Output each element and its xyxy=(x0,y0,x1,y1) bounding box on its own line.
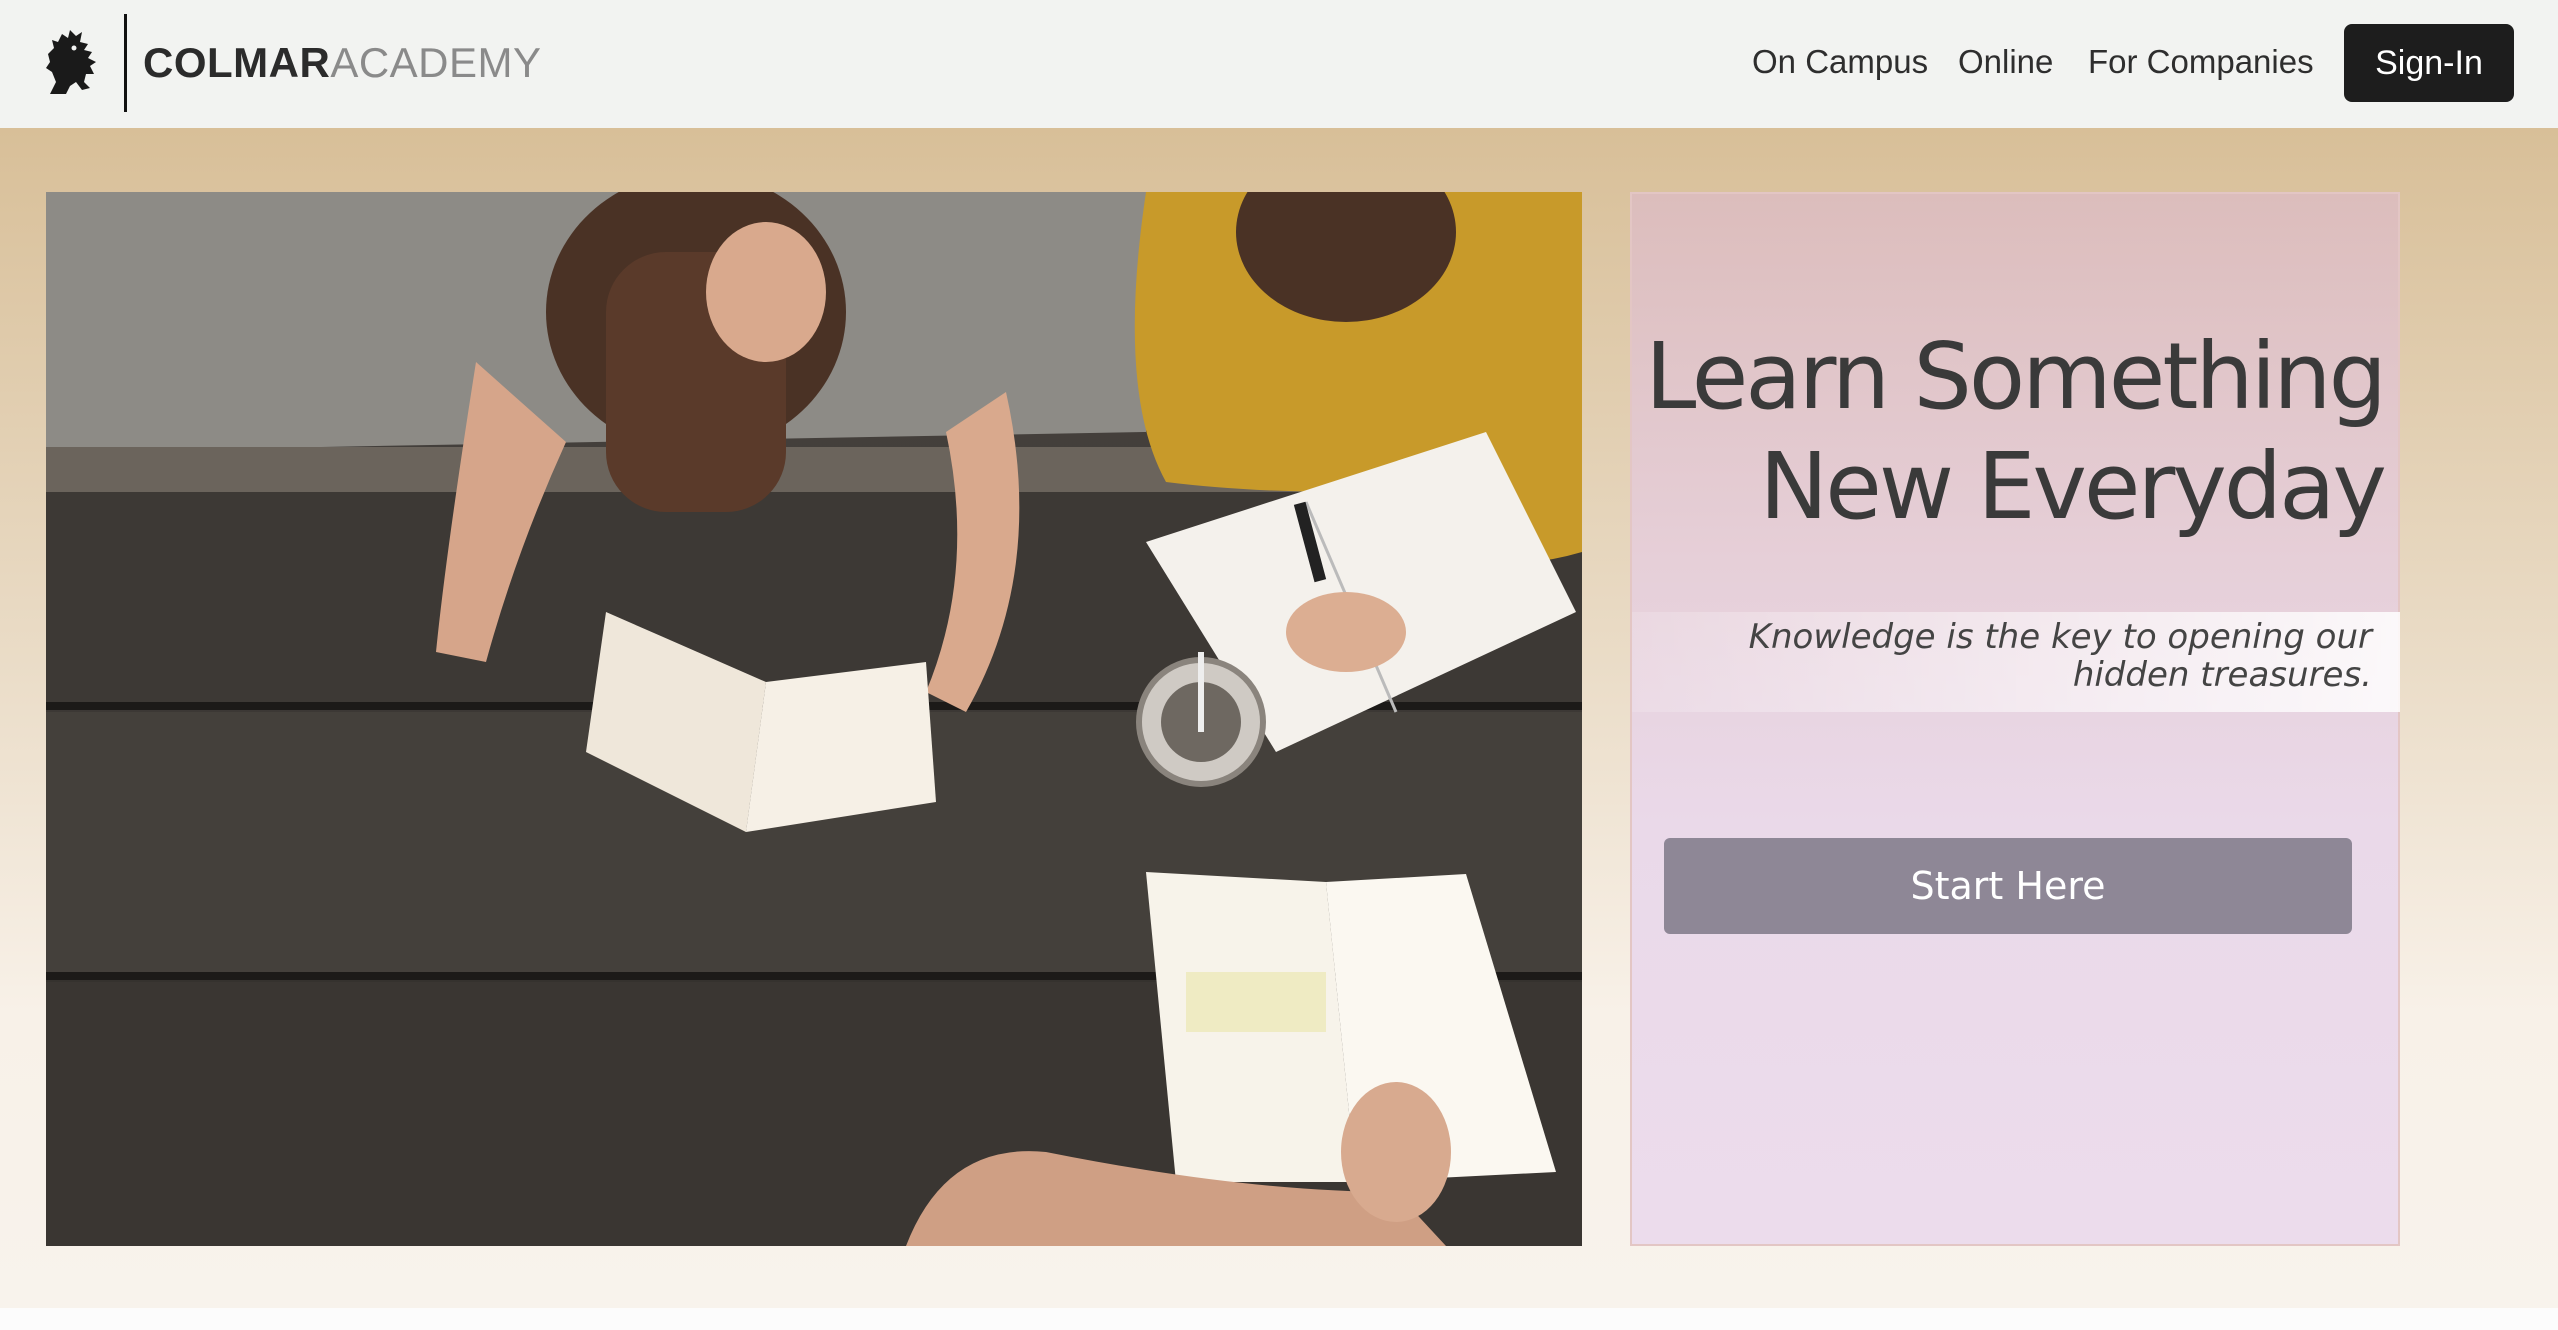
tagline-line-2: hidden treasures. xyxy=(2072,655,2372,695)
hero-card: Learn Something New Everyday Knowledge i… xyxy=(1630,192,2400,1246)
tagline-line-1: Knowledge is the key to opening our xyxy=(1748,617,2372,657)
lion-rampant-icon[interactable] xyxy=(40,22,102,96)
headline-line-2: New Everyday xyxy=(1759,433,2387,540)
start-here-button[interactable]: Start Here xyxy=(1664,838,2352,934)
nav-online[interactable]: Online xyxy=(1958,42,2053,82)
hero-tagline: Knowledge is the key to opening our hidd… xyxy=(1732,618,2372,694)
students-studying-photo xyxy=(46,192,1582,1246)
hero-headline: Learn Something New Everyday xyxy=(1645,322,2387,542)
brand-wordmark[interactable]: COLMARACADEMY xyxy=(143,37,542,89)
nav-for-companies[interactable]: For Companies xyxy=(2088,42,2314,82)
page-bottom-strip xyxy=(0,1308,2558,1330)
logo-divider xyxy=(124,14,127,112)
headline-line-1: Learn Something xyxy=(1645,323,2387,430)
brand-name-light: ACADEMY xyxy=(330,39,542,86)
sign-in-button[interactable]: Sign-In xyxy=(2344,24,2514,102)
site-header: COLMARACADEMY On Campus Online For Compa… xyxy=(0,0,2558,128)
nav-on-campus[interactable]: On Campus xyxy=(1752,42,1928,82)
brand-name-strong: COLMAR xyxy=(143,39,331,86)
